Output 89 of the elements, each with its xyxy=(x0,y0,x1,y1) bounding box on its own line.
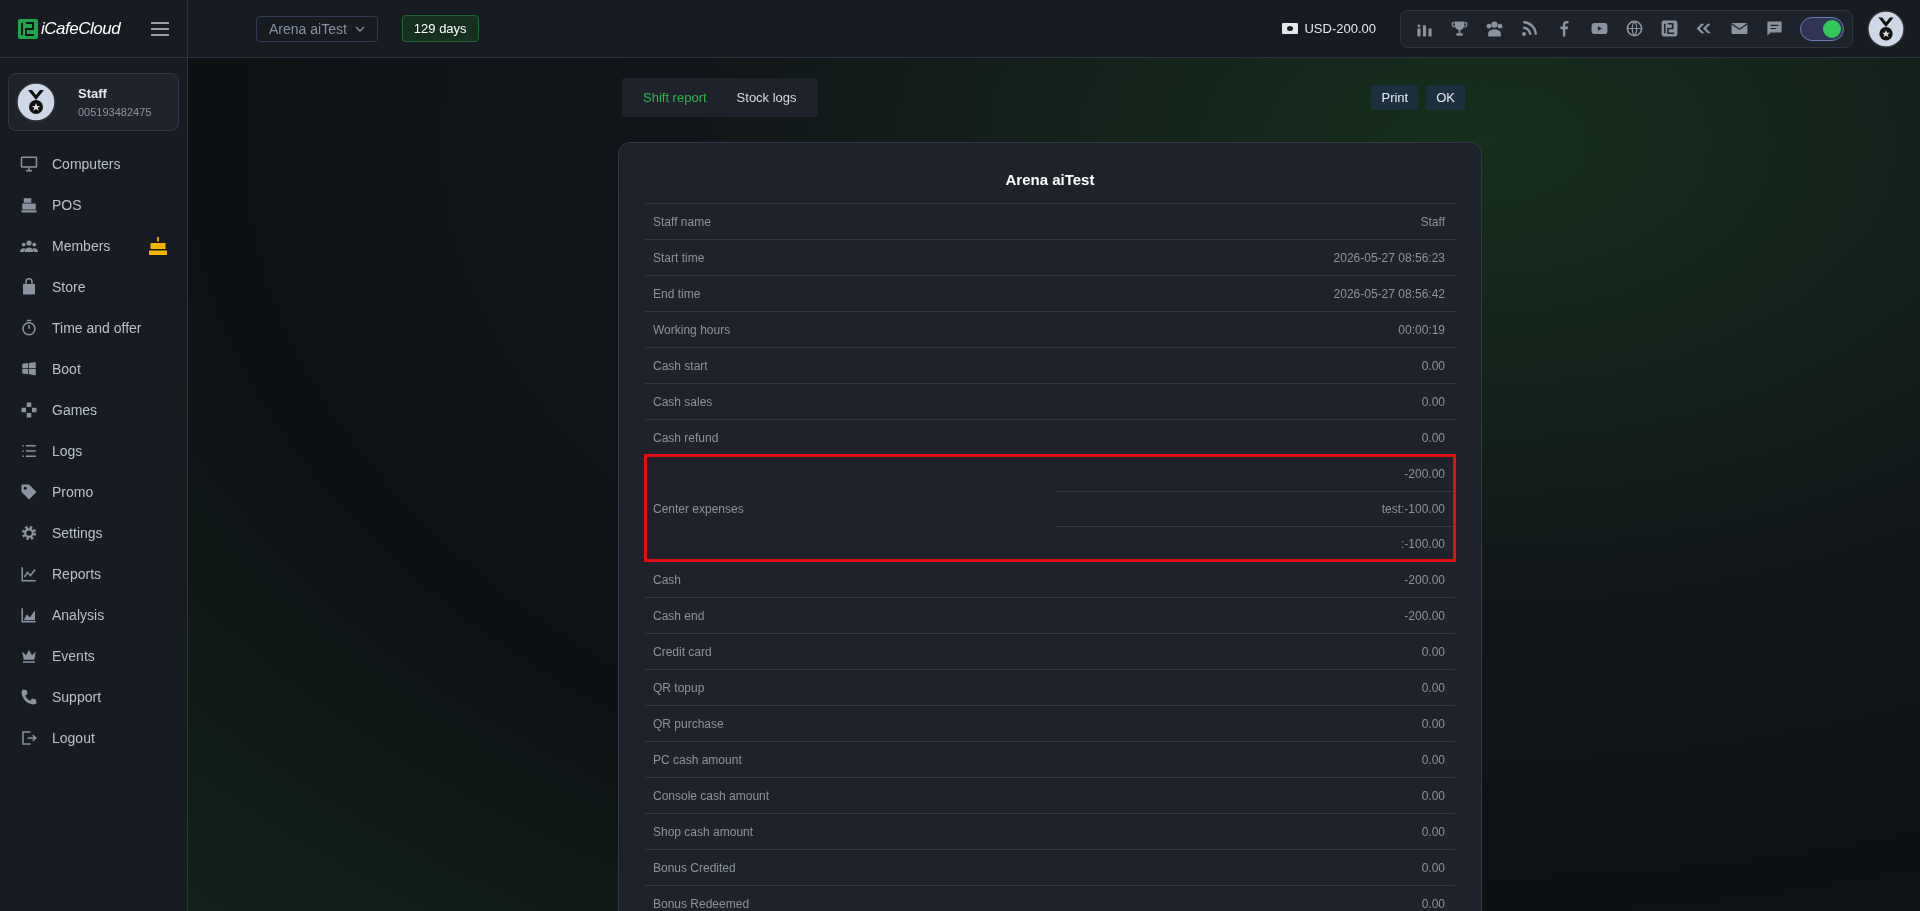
line-chart-icon xyxy=(20,564,38,583)
staff-name: Staff xyxy=(78,86,108,101)
gear-icon xyxy=(20,523,38,542)
sidebar-item[interactable]: Settings xyxy=(8,512,179,553)
sidebar-item[interactable]: Members xyxy=(8,225,179,266)
row-label: Bonus Credited xyxy=(653,860,736,875)
shopping-bag-icon xyxy=(20,277,38,296)
row-value: 0.00 xyxy=(1421,860,1445,875)
row-label: Cash refund xyxy=(653,430,719,445)
row-label: Cash start xyxy=(653,358,708,373)
account-id: 005193482475 xyxy=(78,106,152,118)
row-value: 0.00 xyxy=(1421,644,1445,659)
row-value: -200.00 xyxy=(1404,608,1445,623)
row-label: QR topup xyxy=(653,680,705,695)
sidebar-item[interactable]: Time and offer xyxy=(8,307,179,348)
sidebar-item[interactable]: Store xyxy=(8,266,179,307)
row-value: 00:00:19 xyxy=(1398,322,1445,337)
sidebar-item[interactable]: POS xyxy=(8,184,179,225)
row-label: QR purchase xyxy=(653,716,724,731)
tab[interactable]: Stock logs xyxy=(721,78,812,117)
row-label: Staff name xyxy=(653,214,711,229)
row-value: Staff xyxy=(1420,214,1445,229)
sidebar-item[interactable]: Computers xyxy=(8,143,179,184)
logo-icon[interactable] xyxy=(1660,19,1679,38)
row-label: Cash end xyxy=(653,608,705,623)
row-label: Center expenses xyxy=(653,501,744,516)
globe-icon[interactable] xyxy=(1625,19,1644,38)
row-label: Shop cash amount xyxy=(653,824,754,839)
toggle-switch[interactable] xyxy=(1800,16,1844,41)
stopwatch-icon xyxy=(20,318,38,337)
profile-card[interactable]: Staff 005193482475 xyxy=(8,73,179,131)
row-value: -200.00 xyxy=(1404,572,1445,587)
cash-register-icon xyxy=(20,195,38,214)
row-value: 0.00 xyxy=(1421,824,1445,839)
gamepad-icon xyxy=(20,400,38,419)
logout-icon xyxy=(20,728,38,747)
sidebar-item[interactable]: Boot xyxy=(8,348,179,389)
row-label: PC cash amount xyxy=(653,752,742,767)
row-value: 0.00 xyxy=(1421,716,1445,731)
windows-icon xyxy=(20,359,38,378)
banknote-icon xyxy=(1282,23,1299,34)
row-label: Credit card xyxy=(653,644,712,659)
row-value: 0.00 xyxy=(1421,896,1445,911)
tab[interactable]: Shift report xyxy=(628,78,722,117)
branch-dropdown[interactable]: Arena aiTest xyxy=(256,15,378,42)
sidebar-item[interactable]: Events xyxy=(8,635,179,676)
row-value: 0.00 xyxy=(1421,358,1445,373)
rss-icon[interactable] xyxy=(1520,19,1539,38)
row-value: 0.00 xyxy=(1421,430,1445,445)
sidebar-item[interactable]: Logs xyxy=(8,430,179,471)
row-value: 0.00 xyxy=(1421,752,1445,767)
row-value: :-100.00 xyxy=(1400,537,1445,551)
monitor-icon xyxy=(20,154,38,173)
row-label: Cash xyxy=(653,572,681,587)
group-icon[interactable] xyxy=(1485,19,1504,38)
row-label: Start time xyxy=(653,250,705,265)
phone-icon xyxy=(20,687,38,706)
balance-text: USD-200.00 xyxy=(1304,21,1376,36)
row-value: -200.00 xyxy=(1404,466,1445,481)
row-value: test:-100.00 xyxy=(1381,502,1445,516)
avatar-medal-icon xyxy=(1867,9,1905,48)
row-value: 2026-05-27 08:56:42 xyxy=(1333,286,1445,301)
trophy-icon[interactable] xyxy=(1450,19,1469,38)
area-chart-icon xyxy=(20,605,38,624)
action-button[interactable]: OK xyxy=(1426,85,1465,110)
avatar-medal-icon xyxy=(16,82,56,122)
row-label: End time xyxy=(653,286,701,301)
sidebar-item[interactable]: Logout xyxy=(8,717,179,758)
sidebar-item[interactable]: Analysis xyxy=(8,594,179,635)
license-badge: 129 days xyxy=(401,15,479,42)
row-label: Console cash amount xyxy=(653,788,770,803)
app-logo[interactable]: iCafeCloud xyxy=(18,18,121,39)
row-value: 0.00 xyxy=(1421,788,1445,803)
sidebar-item[interactable]: Reports xyxy=(8,553,179,594)
chevron-down-icon xyxy=(354,25,365,32)
chat-icon[interactable] xyxy=(1765,19,1784,38)
row-value: 2026-05-27 08:56:23 xyxy=(1333,250,1445,265)
sidebar-item[interactable]: Games xyxy=(8,389,179,430)
report-title: Arena aiTest xyxy=(1004,171,1096,188)
row-value: 0.00 xyxy=(1421,680,1445,695)
action-button[interactable]: Print xyxy=(1371,85,1419,110)
row-label: Working hours xyxy=(653,322,731,337)
sidebar-item[interactable]: Promo xyxy=(8,471,179,512)
row-label: Bonus Redeemed xyxy=(653,896,750,911)
row-label: Cash sales xyxy=(653,394,713,409)
sidebar-item[interactable]: Support xyxy=(8,676,179,717)
tag-icon xyxy=(20,482,38,501)
menu-icon[interactable] xyxy=(151,21,169,36)
row-value: 0.00 xyxy=(1421,394,1445,409)
